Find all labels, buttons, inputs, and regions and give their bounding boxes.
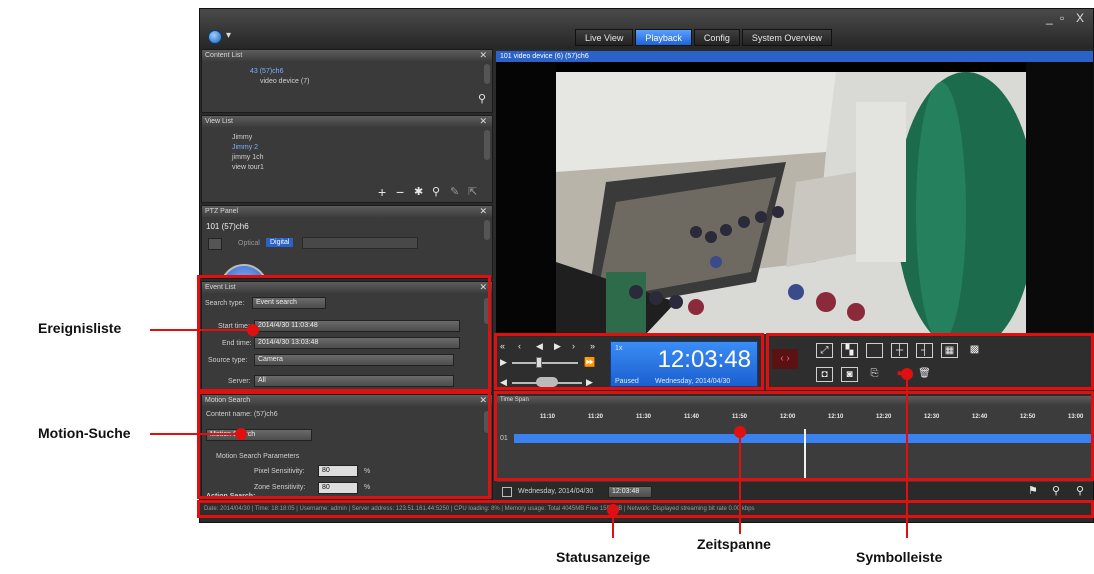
callout-ereignisliste: Ereignisliste xyxy=(38,320,122,336)
close-button[interactable]: X xyxy=(1076,11,1084,25)
motion-search-highlight xyxy=(197,391,491,499)
callout-zeitspanne: Zeitspanne xyxy=(697,536,771,552)
ptz-preset-select[interactable] xyxy=(302,237,418,249)
chevron-down-icon[interactable]: ▾ xyxy=(226,30,231,41)
scrollbar[interactable] xyxy=(484,64,490,84)
status-bar-highlight xyxy=(197,500,1094,518)
tab-live-view[interactable]: Live View xyxy=(575,29,634,46)
screenshot-stage: ▾ Live View Playback Config System Overv… xyxy=(0,0,1094,574)
ptz-device-label: 101 (57)ch6 xyxy=(206,222,249,231)
close-icon[interactable]: ✕ xyxy=(479,116,487,127)
scrollbar[interactable] xyxy=(484,220,490,240)
app-logo-icon[interactable] xyxy=(208,30,222,44)
callout-symbolleiste: Symbolleiste xyxy=(856,549,943,565)
timeline-footer: Wednesday, 2014/04/30 12:03:48 ⚑ ⚲ ⚲ xyxy=(496,482,1093,501)
callout-line xyxy=(150,329,253,331)
close-icon[interactable]: ✕ xyxy=(479,50,487,61)
view-list-panel: View List ✕ Jimmy Jimmy 2 jimmy 1ch view … xyxy=(201,115,493,203)
callout-line xyxy=(739,432,741,534)
view-item[interactable]: jimmy 1ch xyxy=(232,154,264,161)
timeline-date: Wednesday, 2014/04/30 xyxy=(518,488,594,495)
ptz-digital-toggle[interactable]: Digital xyxy=(266,238,294,247)
zoom-out-icon[interactable]: ⚲ xyxy=(1076,484,1084,497)
callout-line xyxy=(906,374,908,538)
search-icon[interactable]: ⚲ xyxy=(432,185,440,198)
tab-config[interactable]: Config xyxy=(693,29,740,46)
callout-motion-suche: Motion-Suche xyxy=(38,425,131,441)
ptz-title: PTZ Panel xyxy=(205,208,239,215)
tools-icon[interactable]: ✎ xyxy=(450,185,459,198)
export-icon[interactable]: ⇱ xyxy=(468,185,477,198)
restore-button[interactable]: ▫ xyxy=(1060,11,1064,25)
callout-dot xyxy=(734,426,746,438)
add-icon[interactable]: + xyxy=(378,184,386,200)
title-bar: ▾ Live View Playback Config System Overv… xyxy=(200,9,1093,49)
scrollbar[interactable] xyxy=(484,130,490,160)
playback-controls-highlight xyxy=(494,333,764,390)
content-list-title: Content List xyxy=(205,52,243,59)
main-tabs: Live View Playback Config System Overvie… xyxy=(575,29,834,46)
view-item[interactable]: Jimmy 2 xyxy=(232,144,258,151)
view-list-title: View List xyxy=(205,118,233,125)
time-span-highlight xyxy=(494,391,1094,481)
zoom-in-icon[interactable]: ⚲ xyxy=(1052,484,1060,497)
minimize-button[interactable]: _ xyxy=(1046,11,1053,25)
tab-playback[interactable]: Playback xyxy=(635,29,692,46)
callout-dot xyxy=(607,504,619,516)
ptz-optical-toggle[interactable]: Optical xyxy=(238,240,260,247)
event-list-highlight xyxy=(197,275,491,392)
panel-title: Content List ✕ xyxy=(202,50,492,61)
tree-item-video-device[interactable]: video device (7) xyxy=(260,78,309,85)
panel-title: PTZ Panel ✕ xyxy=(202,206,492,217)
tree-item-camera[interactable]: 43 (57)ch6 xyxy=(250,68,283,75)
toolbar-highlight xyxy=(766,333,1094,390)
callout-dot xyxy=(235,428,247,440)
video-viewport[interactable] xyxy=(496,62,1093,334)
ptz-panel: PTZ Panel ✕ 101 (57)ch6 Optical Digital xyxy=(201,205,493,279)
gear-icon[interactable]: ✱ xyxy=(414,185,423,198)
calendar-icon[interactable] xyxy=(502,487,512,497)
timeline-time-field[interactable]: 12:03:48 xyxy=(608,486,652,498)
tab-system-overview[interactable]: System Overview xyxy=(741,29,832,46)
view-item[interactable]: view tour1 xyxy=(232,164,264,171)
ptz-lock-icon[interactable] xyxy=(208,238,222,250)
remove-icon[interactable]: − xyxy=(396,184,404,200)
view-item[interactable]: Jimmy xyxy=(232,134,252,141)
callout-dot xyxy=(901,368,913,380)
callout-dot xyxy=(247,324,259,336)
content-list-panel: Content List ✕ 43 (57)ch6 video device (7… xyxy=(201,49,493,113)
search-icon[interactable]: ⚲ xyxy=(478,92,486,105)
flag-icon[interactable]: ⚑ xyxy=(1028,484,1038,497)
video-title-bar: 101 video device (6) (57)ch6 xyxy=(496,51,1093,62)
callout-line xyxy=(150,433,240,435)
video-frame xyxy=(496,62,1093,334)
callout-statusanzeige: Statusanzeige xyxy=(556,549,651,565)
close-icon[interactable]: ✕ xyxy=(479,206,487,217)
panel-title: View List ✕ xyxy=(202,116,492,127)
